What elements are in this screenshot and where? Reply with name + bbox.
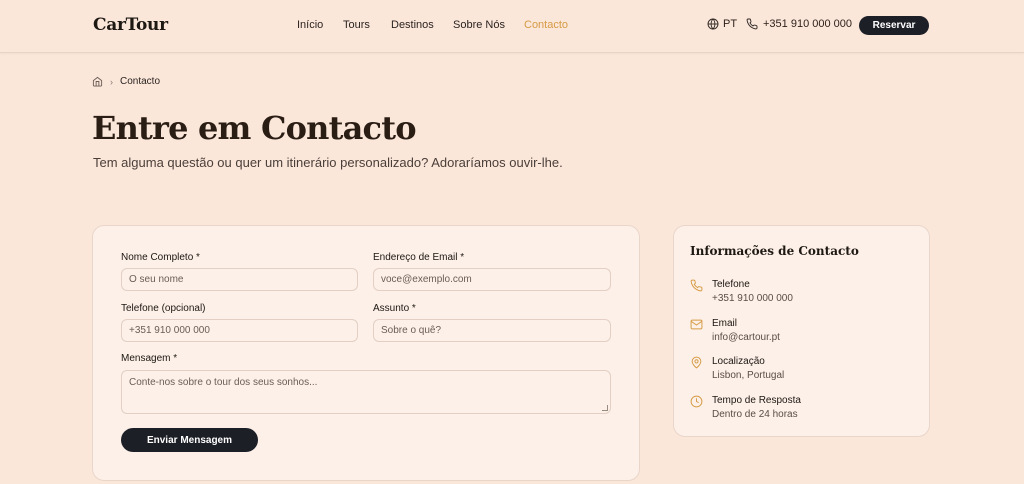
- contact-info-value[interactable]: info@cartour.pt: [712, 332, 780, 343]
- globe-icon: [707, 18, 719, 30]
- contact-info-value: Dentro de 24 horas: [712, 409, 798, 420]
- nav-link-sobre-nos[interactable]: Sobre Nós: [453, 19, 505, 31]
- contact-info-value: +351 910 000 000: [712, 293, 793, 304]
- brand-logo[interactable]: CarTour: [93, 15, 168, 35]
- chevron-right-icon: ›: [110, 76, 113, 87]
- language-label: PT: [723, 18, 738, 30]
- clock-icon: [690, 395, 703, 408]
- email-input[interactable]: voce@exemplo.com: [373, 268, 611, 291]
- page-subtitle: Tem alguma questão ou quer um itinerário…: [93, 155, 563, 170]
- nav-link-inicio[interactable]: Início: [297, 19, 323, 31]
- breadcrumb: › Contacto: [92, 76, 160, 87]
- name-label: Nome Completo *: [121, 252, 200, 263]
- contact-info-label: Email: [712, 318, 738, 329]
- phone-input[interactable]: +351 910 000 000: [121, 319, 358, 342]
- location-pin-icon: [691, 356, 702, 369]
- subject-label: Assunto *: [373, 303, 416, 314]
- contact-info-label: Tempo de Resposta: [712, 395, 801, 406]
- header-phone-number: +351 910 000 000: [763, 18, 853, 30]
- contact-info-title: Informações de Contacto: [690, 244, 859, 258]
- message-textarea[interactable]: Conte-nos sobre o tour dos seus sonhos..…: [121, 370, 611, 414]
- breadcrumb-current: Contacto: [120, 76, 161, 87]
- resize-handle-icon[interactable]: [602, 405, 608, 411]
- phone-icon: [690, 279, 703, 292]
- reserve-button[interactable]: Reservar: [859, 16, 929, 35]
- home-icon[interactable]: [92, 76, 103, 87]
- subject-input[interactable]: Sobre o quê?: [373, 319, 611, 342]
- name-input[interactable]: O seu nome: [121, 268, 358, 291]
- email-label: Endereço de Email *: [373, 252, 465, 263]
- message-label: Mensagem *: [121, 353, 178, 364]
- mail-icon: [690, 319, 703, 330]
- phone-label: Telefone (opcional): [121, 303, 206, 314]
- contact-info-label: Localização: [712, 356, 765, 367]
- site-header: CarTour Início Tours Destinos Sobre Nós …: [0, 0, 1024, 53]
- header-phone[interactable]: +351 910 000 000: [746, 18, 852, 30]
- phone-icon: [746, 18, 758, 30]
- contact-info-label: Telefone: [712, 279, 750, 290]
- page-title: Entre em Contacto: [92, 109, 417, 147]
- nav-link-destinos[interactable]: Destinos: [391, 19, 434, 31]
- nav-link-tours[interactable]: Tours: [343, 19, 370, 31]
- message-placeholder: Conte-nos sobre o tour dos seus sonhos..…: [129, 377, 318, 388]
- contact-info-value: Lisbon, Portugal: [712, 370, 785, 381]
- language-selector[interactable]: PT: [707, 18, 737, 30]
- nav-link-contacto[interactable]: Contacto: [524, 19, 568, 31]
- send-message-button[interactable]: Enviar Mensagem: [121, 428, 258, 452]
